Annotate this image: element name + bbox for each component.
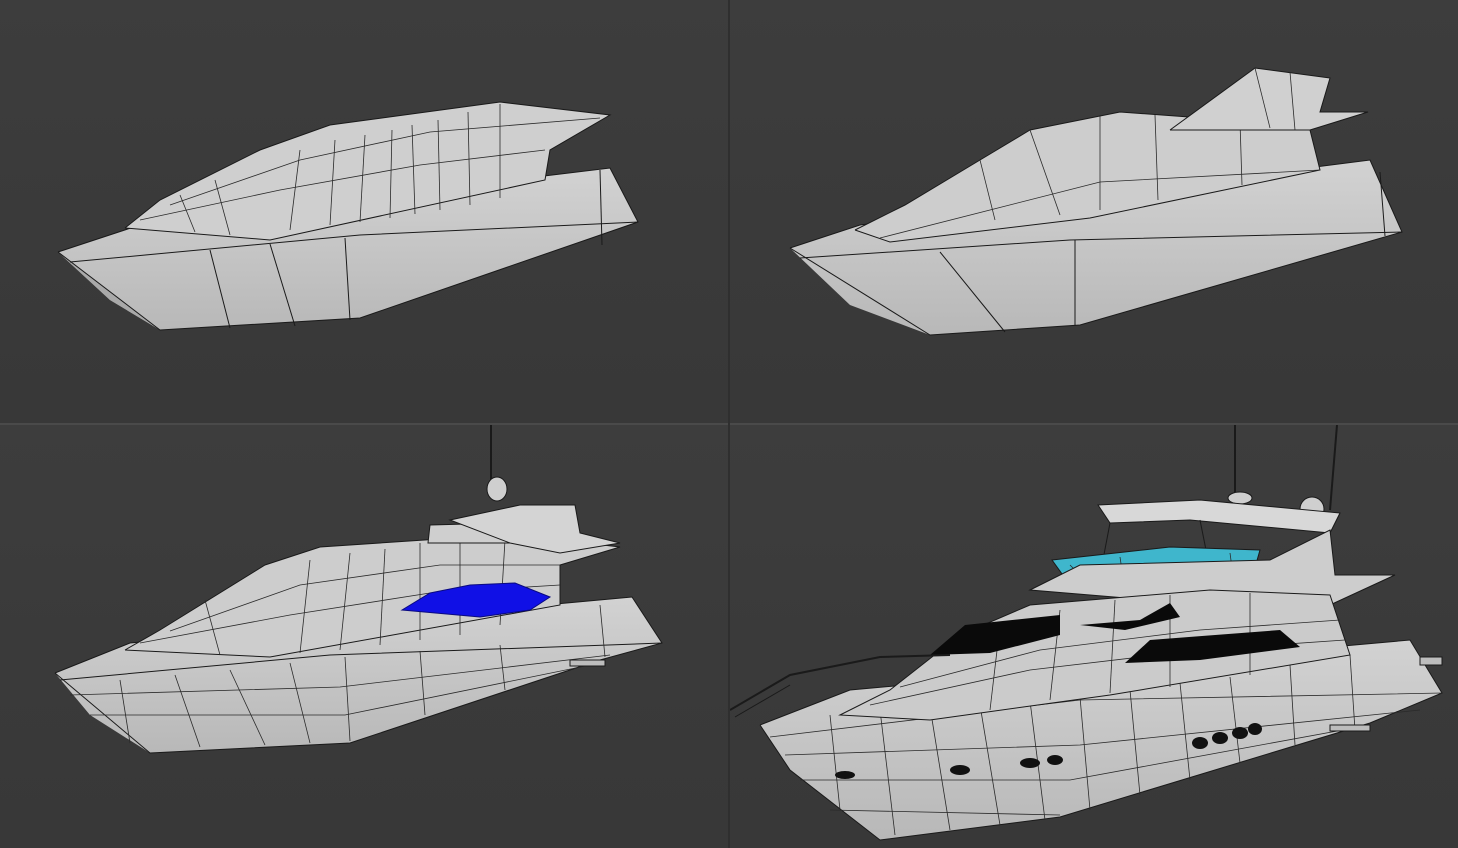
viewport-stage-3[interactable] xyxy=(0,425,728,848)
yacht-mesh-icon xyxy=(730,425,1443,841)
viewport-stage-2[interactable] xyxy=(730,0,1458,423)
yacht-mesh-icon xyxy=(57,101,639,331)
viewport-stage-4[interactable] xyxy=(730,425,1458,848)
viewport-stage-1[interactable] xyxy=(0,0,728,423)
yacht-mesh-icon xyxy=(54,425,663,754)
yacht-mesh-icon xyxy=(789,67,1403,336)
viewport-divider-vertical[interactable] xyxy=(728,0,730,848)
viewport-grid xyxy=(0,0,1458,848)
